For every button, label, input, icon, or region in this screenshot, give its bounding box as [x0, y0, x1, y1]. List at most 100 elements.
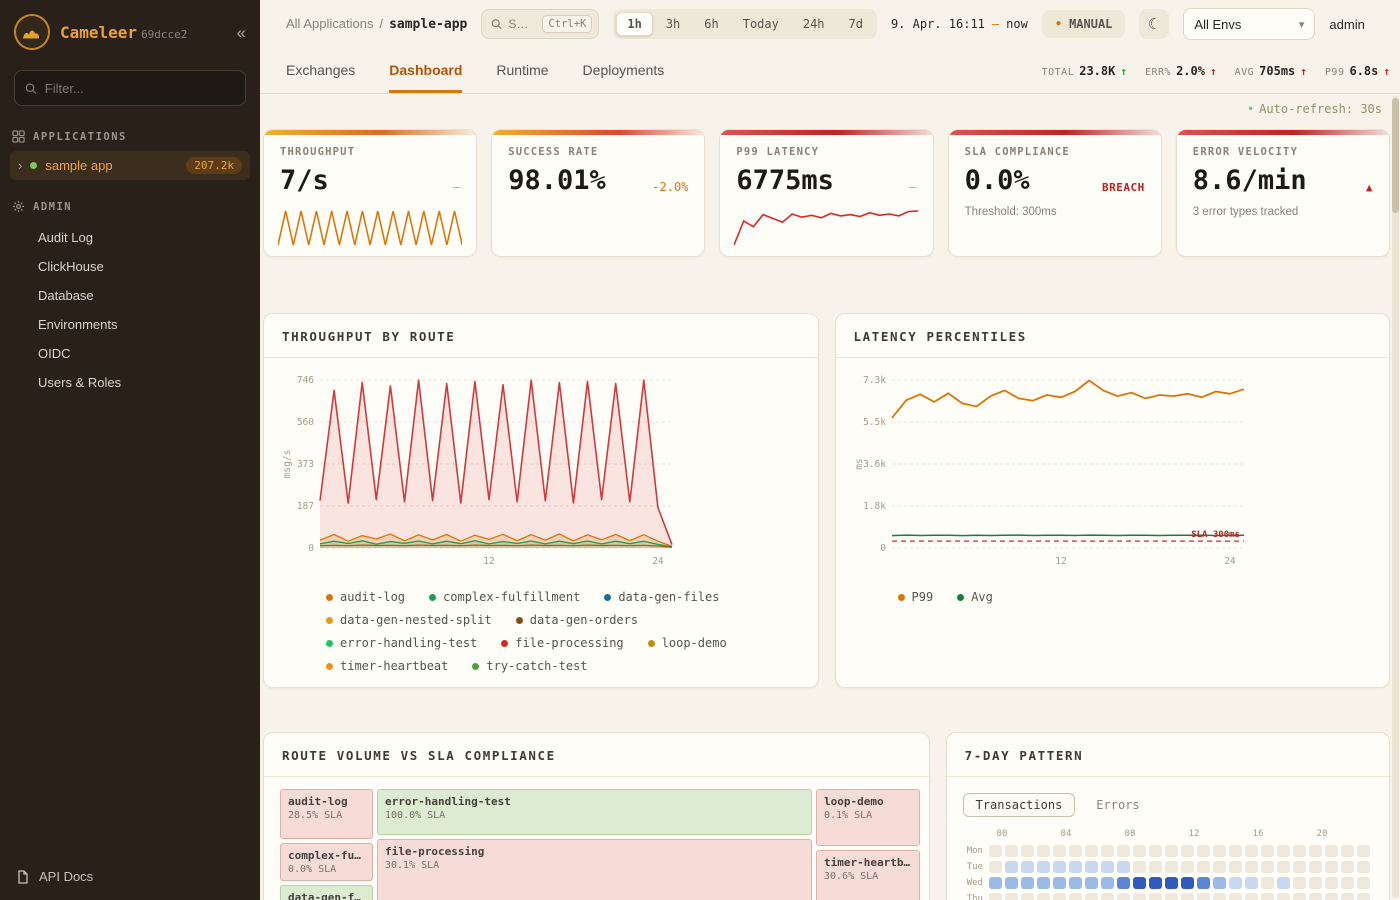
- heatmap-cell: [1341, 845, 1354, 857]
- kpi-value: 8.6/min: [1193, 167, 1307, 194]
- manual-status-dot: •: [1055, 17, 1062, 31]
- heatmap-cell: [1245, 877, 1258, 889]
- svg-text:1.8k: 1.8k: [863, 501, 886, 512]
- sidebar-item-sample-app[interactable]: › sample app 207.2k: [10, 151, 250, 180]
- heatmap-cell: [1149, 845, 1162, 857]
- heatmap-cell: [1037, 861, 1050, 873]
- treemap-cell-file-processing[interactable]: file-processing30.1% SLA: [377, 839, 812, 900]
- heatmap-cell: [1069, 861, 1082, 873]
- legend-item-complex-fulfillment[interactable]: complex-fulfillment: [429, 590, 580, 604]
- treemap-cell-complex-fulfillment[interactable]: complex-fulfillment0.0% SLA: [280, 843, 373, 881]
- sidebar-item-environments[interactable]: Environments: [0, 310, 260, 339]
- legend-item-Avg[interactable]: Avg: [957, 590, 993, 604]
- time-range-24h[interactable]: 24h: [792, 12, 836, 36]
- heatmap-cell: [1085, 893, 1098, 900]
- expand-chevron-icon[interactable]: ›: [18, 158, 22, 173]
- route-volume-treemap: audit-log28.5% SLAerror-handling-test100…: [280, 789, 913, 900]
- heatmap-cell: [1229, 893, 1242, 900]
- tab-runtime[interactable]: Runtime: [496, 48, 548, 93]
- breadcrumb-root[interactable]: All Applications: [286, 16, 373, 31]
- trend-up-triangle-icon: ▲: [1366, 181, 1373, 194]
- card-accent-bar: [264, 130, 476, 135]
- time-range-1h[interactable]: 1h: [616, 12, 652, 36]
- scrollbar-track[interactable]: [1392, 96, 1399, 898]
- legend-dot: [604, 594, 611, 601]
- legend-item-try-catch-test[interactable]: try-catch-test: [472, 659, 587, 673]
- tab-deployments[interactable]: Deployments: [583, 48, 665, 93]
- filter-input[interactable]: [45, 81, 235, 96]
- sidebar-item-oidc[interactable]: OIDC: [0, 339, 260, 368]
- heatmap-cell: [1213, 893, 1226, 900]
- treemap-cell-name: timer-heartbeat: [824, 856, 912, 869]
- heatmap-day-label: Mon: [963, 845, 983, 857]
- treemap-cell-data-gen-files[interactable]: data-gen-files100.0% SLA: [280, 885, 373, 900]
- heatmap-row-Mon: Mon: [963, 845, 1373, 857]
- sidebar-item-clickhouse[interactable]: ClickHouse: [0, 252, 260, 281]
- api-docs-link[interactable]: API Docs: [0, 855, 260, 900]
- legend-dot: [326, 640, 333, 647]
- kpi-grid: THROUGHPUT 7/s– SUCCESS RATE 98.01%-2.0%…: [263, 129, 1390, 257]
- legend-item-error-handling-test[interactable]: error-handling-test: [326, 636, 477, 650]
- heatmap-cell: [1133, 861, 1146, 873]
- legend-dot: [516, 617, 523, 624]
- time-range-6h[interactable]: 6h: [693, 12, 729, 36]
- camel-logo-icon: [14, 14, 50, 50]
- logo-row: Cameleer69dcce2 «: [0, 0, 260, 60]
- user-name[interactable]: admin: [1329, 17, 1364, 32]
- tab-exchanges[interactable]: Exchanges: [286, 48, 355, 93]
- manual-refresh-button[interactable]: •MANUAL: [1042, 10, 1126, 38]
- time-range-3h[interactable]: 3h: [655, 12, 691, 36]
- svg-text:3.6k: 3.6k: [863, 459, 886, 470]
- search-input[interactable]: [508, 17, 536, 31]
- heatmap-cell: [989, 861, 1002, 873]
- heatmap-cell: [1357, 845, 1370, 857]
- treemap-cell-audit-log[interactable]: audit-log28.5% SLA: [280, 789, 373, 839]
- legend-item-data-gen-files[interactable]: data-gen-files: [604, 590, 719, 604]
- sidebar-item-database[interactable]: Database: [0, 281, 260, 310]
- legend-item-loop-demo[interactable]: loop-demo: [648, 636, 727, 650]
- sidebar-item-users-roles[interactable]: Users & Roles: [0, 368, 260, 397]
- heatmap-cell: [1133, 893, 1146, 900]
- svg-text:560: 560: [297, 417, 314, 428]
- env-select[interactable]: All Envs▾: [1183, 8, 1315, 40]
- legend-item-audit-log[interactable]: audit-log: [326, 590, 405, 604]
- legend-item-data-gen-orders[interactable]: data-gen-orders: [516, 613, 638, 627]
- heatmap-cell: [1197, 877, 1210, 889]
- treemap-cell-timer-heartbeat[interactable]: timer-heartbeat30.6% SLA: [816, 850, 920, 900]
- trend-up-icon: ↑: [1383, 65, 1390, 78]
- card-accent-bar: [949, 130, 1161, 135]
- card-accent-bar: [720, 130, 932, 135]
- treemap-cell-sla: 0.1% SLA: [824, 810, 912, 821]
- dark-mode-toggle[interactable]: ☾: [1139, 9, 1169, 39]
- scrollbar-thumb[interactable]: [1392, 98, 1399, 213]
- tab-errors[interactable]: Errors: [1083, 793, 1152, 817]
- date-range[interactable]: 9. Apr. 16:11—now: [891, 17, 1028, 31]
- legend-item-data-gen-nested-split[interactable]: data-gen-nested-split: [326, 613, 492, 627]
- time-range-today[interactable]: Today: [732, 12, 790, 36]
- global-search[interactable]: Ctrl+K: [481, 9, 599, 39]
- app-name-label: sample app: [45, 158, 112, 173]
- heatmap-cell: [1101, 845, 1114, 857]
- breadcrumb: All Applications/sample-app: [286, 16, 467, 32]
- legend-item-timer-heartbeat[interactable]: timer-heartbeat: [326, 659, 448, 673]
- heatmap-cell: [1325, 877, 1338, 889]
- tab-dashboard[interactable]: Dashboard: [389, 48, 462, 93]
- kpi-meta: –: [909, 180, 916, 194]
- kpi-meta: -2.0%: [652, 180, 688, 194]
- admin-section-header: ADMIN: [0, 180, 260, 221]
- treemap-cell-loop-demo[interactable]: loop-demo0.1% SLA: [816, 789, 920, 846]
- heatmap-cell: [1197, 861, 1210, 873]
- kpi-title: ERROR VELOCITY: [1193, 146, 1373, 158]
- sidebar-item-audit-log[interactable]: Audit Log: [0, 223, 260, 252]
- collapse-sidebar-button[interactable]: «: [237, 24, 246, 41]
- legend-label: data-gen-orders: [530, 613, 638, 627]
- legend-item-file-processing[interactable]: file-processing: [501, 636, 623, 650]
- kpi-subtext: Threshold: 300ms: [965, 206, 1145, 218]
- treemap-cell-error-handling-test[interactable]: error-handling-test100.0% SLA: [377, 789, 812, 835]
- time-range-7d[interactable]: 7d: [838, 12, 874, 36]
- legend-dot: [326, 617, 333, 624]
- legend-item-P99[interactable]: P99: [898, 590, 934, 604]
- heatmap-cell: [1325, 861, 1338, 873]
- moon-icon: ☾: [1148, 15, 1161, 33]
- tab-transactions[interactable]: Transactions: [963, 793, 1076, 817]
